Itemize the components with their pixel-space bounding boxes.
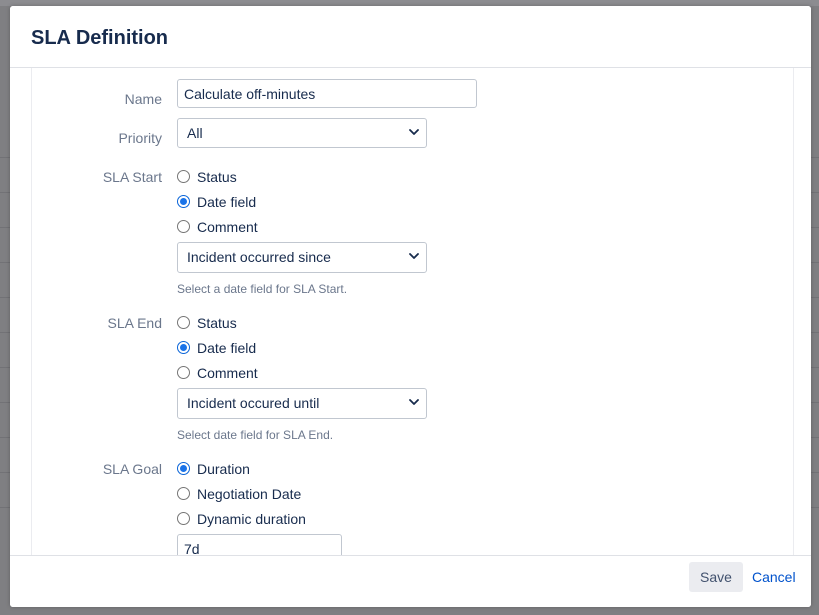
sla-goal-negotiation-date-radio[interactable]: Negotiation Date bbox=[177, 484, 377, 504]
radio-button[interactable] bbox=[177, 487, 190, 500]
radio-button-checked[interactable] bbox=[177, 462, 190, 475]
radio-button[interactable] bbox=[177, 316, 190, 329]
save-button[interactable]: Save bbox=[689, 562, 743, 592]
radio-label: Comment bbox=[197, 219, 258, 235]
sla-end-date-field-radio[interactable]: Date field bbox=[177, 338, 377, 358]
dialog-footer: Save Cancel bbox=[10, 555, 811, 607]
sla-end-status-radio[interactable]: Status bbox=[177, 313, 377, 333]
dialog-header: SLA Definition bbox=[10, 6, 811, 68]
sla-start-date-field-select[interactable]: Incident occurred since bbox=[177, 242, 427, 273]
chevron-down-icon bbox=[409, 253, 419, 259]
dialog-title: SLA Definition bbox=[31, 27, 169, 49]
radio-button[interactable] bbox=[177, 512, 190, 525]
radio-label: Status bbox=[197, 169, 237, 185]
sla-goal-duration-radio[interactable]: Duration bbox=[177, 459, 377, 479]
sla-goal-dynamic-duration-radio[interactable]: Dynamic duration bbox=[177, 509, 377, 529]
radio-button-checked[interactable] bbox=[177, 195, 190, 208]
sla-end-date-field-select[interactable]: Incident occured until bbox=[177, 388, 427, 419]
radio-label: Date field bbox=[197, 194, 257, 210]
name-input[interactable] bbox=[177, 79, 477, 108]
radio-button[interactable] bbox=[177, 366, 190, 379]
sla-end-label: SLA End bbox=[107, 315, 163, 331]
chevron-down-icon bbox=[409, 399, 419, 405]
sla-start-date-field-radio[interactable]: Date field bbox=[177, 192, 377, 212]
sla-start-date-field-value: Incident occurred since bbox=[187, 249, 331, 265]
radio-label: Dynamic duration bbox=[197, 511, 306, 527]
sla-end-help-text: Select date field for SLA End. bbox=[177, 428, 334, 442]
radio-label: Status bbox=[197, 315, 237, 331]
priority-select[interactable]: All bbox=[177, 118, 427, 148]
priority-selected-value: All bbox=[187, 125, 203, 141]
priority-label: Priority bbox=[118, 130, 162, 146]
radio-button[interactable] bbox=[177, 170, 190, 183]
sla-goal-duration-input[interactable] bbox=[177, 534, 342, 555]
radio-button[interactable] bbox=[177, 220, 190, 233]
name-label: Name bbox=[124, 91, 162, 107]
sla-start-help-text: Select a date field for SLA Start. bbox=[177, 282, 348, 296]
radio-label: Comment bbox=[197, 365, 258, 381]
sla-start-label: SLA Start bbox=[102, 169, 162, 185]
sla-start-comment-radio[interactable]: Comment bbox=[177, 217, 377, 237]
sla-start-status-radio[interactable]: Status bbox=[177, 167, 377, 187]
sla-end-date-field-value: Incident occured until bbox=[187, 395, 320, 411]
sla-goal-label: SLA Goal bbox=[102, 461, 162, 477]
chevron-down-icon bbox=[409, 129, 419, 135]
cancel-link[interactable]: Cancel bbox=[752, 568, 796, 586]
sla-definition-dialog: SLA Definition Name Priority All SLA Sta… bbox=[10, 6, 811, 607]
radio-label: Duration bbox=[197, 461, 250, 477]
sla-end-comment-radio[interactable]: Comment bbox=[177, 363, 377, 383]
dialog-body[interactable]: Name Priority All SLA Start Status Date … bbox=[10, 68, 811, 555]
radio-button-checked[interactable] bbox=[177, 341, 190, 354]
radio-label: Negotiation Date bbox=[197, 486, 302, 502]
radio-label: Date field bbox=[197, 340, 257, 356]
